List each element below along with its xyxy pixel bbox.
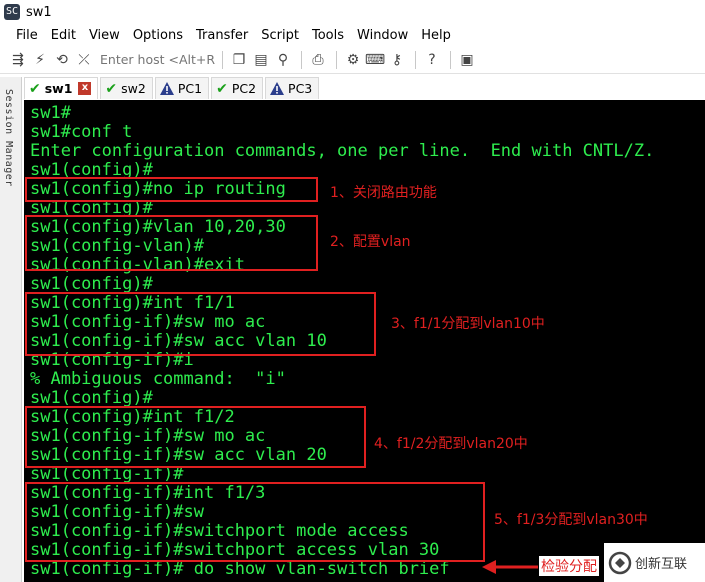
toolbar-separator bbox=[336, 50, 337, 69]
keymap-icon[interactable]: ⌨ bbox=[365, 50, 385, 70]
tab-label: PC1 bbox=[177, 81, 203, 96]
highlight-box-f11 bbox=[25, 292, 376, 356]
menu-transfer[interactable]: Transfer bbox=[196, 28, 248, 43]
quick-connect-icon[interactable]: ⚡ bbox=[30, 50, 50, 70]
menu-tools[interactable]: Tools bbox=[312, 28, 344, 43]
settings-gear-icon[interactable]: ⚙ bbox=[343, 50, 363, 70]
highlight-box-f12 bbox=[25, 406, 366, 468]
app-icon: SC bbox=[4, 4, 20, 20]
connected-check-icon: ✔ bbox=[105, 80, 118, 97]
key-icon[interactable]: ⚷ bbox=[387, 50, 407, 70]
title-bar: SC sw1 bbox=[0, 0, 705, 24]
menu-bar: File Edit View Options Transfer Script T… bbox=[0, 24, 705, 46]
tab-pc1[interactable]: PC1 bbox=[154, 77, 210, 99]
menu-view[interactable]: View bbox=[89, 28, 120, 43]
warning-icon bbox=[159, 82, 174, 95]
highlight-box-routing bbox=[25, 177, 318, 202]
connected-check-icon: ✔ bbox=[29, 80, 41, 97]
tab-pc2[interactable]: ✔ PC2 bbox=[211, 77, 264, 99]
session-manager-panel[interactable]: Session Manager bbox=[0, 77, 22, 582]
toolbar: ⇶ ⚡ ⟲ ⤫ ❐ ▤ ⚲ ⎙ ⚙ ⌨ ⚷ ? ▣ bbox=[0, 46, 705, 74]
annotation-1: 1、关闭路由功能 bbox=[330, 185, 437, 201]
screenshot-icon[interactable]: ▣ bbox=[457, 50, 477, 70]
tab-label: sw1 bbox=[44, 81, 73, 96]
tab-pc3[interactable]: PC3 bbox=[265, 77, 320, 99]
terminal-line: % Ambiguous command: "i" bbox=[30, 369, 286, 389]
annotation-2: 2、配置vlan bbox=[330, 234, 411, 250]
highlight-box-f13 bbox=[25, 482, 485, 562]
menu-file[interactable]: File bbox=[16, 28, 38, 43]
terminal-line: Enter configuration commands, one per li… bbox=[30, 141, 655, 161]
copy-icon[interactable]: ❐ bbox=[229, 50, 249, 70]
annotation-3: 3、f1/1分配到vlan10中 bbox=[391, 316, 545, 332]
print-icon[interactable]: ⎙ bbox=[308, 50, 328, 70]
toolbar-separator bbox=[450, 50, 451, 69]
warning-icon bbox=[270, 82, 285, 95]
host-input[interactable] bbox=[96, 52, 216, 67]
menu-window[interactable]: Window bbox=[357, 28, 408, 43]
session-manager-label: Session Manager bbox=[3, 89, 14, 187]
brand-logo-icon bbox=[608, 551, 632, 574]
terminal-line: sw1(config-if)# do show vlan-switch brie… bbox=[30, 559, 450, 579]
connected-check-icon: ✔ bbox=[216, 80, 228, 97]
reconnect-icon[interactable]: ⟲ bbox=[52, 50, 72, 70]
tab-sw1[interactable]: ✔ sw1 x bbox=[24, 77, 99, 99]
terminal-line: sw1# bbox=[30, 103, 71, 123]
tab-label: sw2 bbox=[121, 81, 146, 96]
menu-help[interactable]: Help bbox=[421, 28, 451, 43]
session-tabs: ✔ sw1 x ✔ sw2 PC1 ✔ PC2 PC3 bbox=[24, 77, 705, 99]
window-title: sw1 bbox=[26, 4, 52, 20]
annotation-4: 4、f1/2分配到vlan20中 bbox=[374, 436, 528, 452]
menu-script[interactable]: Script bbox=[261, 28, 299, 43]
toolbar-separator bbox=[222, 50, 223, 69]
watermark-text: 创新互联 bbox=[635, 557, 688, 572]
menu-edit[interactable]: Edit bbox=[51, 28, 76, 43]
annotation-arrow-icon bbox=[482, 560, 538, 574]
tab-sw2[interactable]: ✔ sw2 bbox=[100, 77, 153, 99]
help-icon[interactable]: ? bbox=[422, 50, 442, 70]
menu-options[interactable]: Options bbox=[133, 28, 183, 43]
toolbar-separator bbox=[301, 50, 302, 69]
disconnect-icon[interactable]: ⤫ bbox=[74, 50, 94, 70]
paste-icon[interactable]: ▤ bbox=[251, 50, 271, 70]
tab-label: PC3 bbox=[288, 81, 313, 96]
connect-icon[interactable]: ⇶ bbox=[8, 50, 28, 70]
annotation-5: 5、f1/3分配到vlan30中 bbox=[494, 512, 648, 528]
find-icon[interactable]: ⚲ bbox=[273, 50, 293, 70]
watermark-logo: 创新互联 bbox=[604, 543, 705, 582]
close-tab-icon[interactable]: x bbox=[78, 82, 92, 95]
highlight-box-vlan bbox=[25, 215, 318, 271]
annotation-6: 检验分配 bbox=[539, 556, 599, 576]
terminal-line: sw1#conf t bbox=[30, 122, 133, 142]
toolbar-separator bbox=[415, 50, 416, 69]
tab-label: PC2 bbox=[231, 81, 257, 96]
